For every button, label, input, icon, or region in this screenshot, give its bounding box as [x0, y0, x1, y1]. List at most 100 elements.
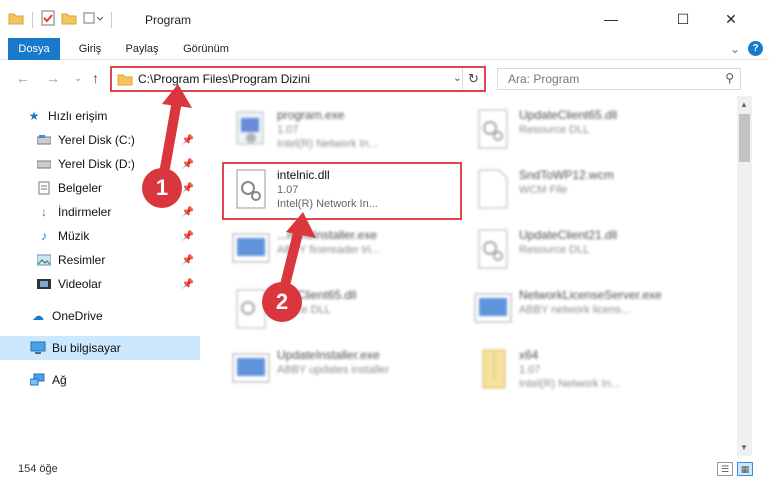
tab-share[interactable]: Paylaş — [118, 38, 166, 60]
sidebar-item-label: İndirmeler — [58, 205, 112, 219]
sidebar-item-onedrive[interactable]: ☁ OneDrive — [30, 304, 200, 328]
expand-ribbon-icon[interactable]: ⌄ — [730, 42, 740, 56]
close-button[interactable]: ✕ — [708, 0, 754, 38]
document-icon — [36, 180, 52, 196]
back-button[interactable]: ← — [16, 70, 30, 86]
tiles-view-icon[interactable]: ▦ — [737, 462, 753, 476]
list-item[interactable]: program.exe 1.07 Intel(R) Network In... — [225, 102, 465, 158]
file-detail: WCM File — [519, 184, 568, 196]
properties-icon[interactable] — [41, 10, 55, 29]
file-name: UpdateClient65.dll — [519, 108, 618, 122]
item-count: 154 öğe — [18, 463, 58, 475]
file-detail: Resource DLL — [519, 124, 590, 136]
computer-icon — [30, 340, 46, 356]
address-dropdown-icon[interactable]: ⌄ — [453, 71, 462, 84]
drive-icon — [36, 156, 52, 172]
folder-icon — [117, 72, 133, 89]
sidebar-item-quick-access[interactable]: ★ Hızlı erişim — [26, 104, 226, 128]
help-icon[interactable]: ? — [748, 41, 763, 56]
file-detail: Intel(R) Network In... — [519, 378, 620, 390]
customize-icon[interactable] — [83, 11, 104, 28]
search-icon[interactable]: ⚲ — [725, 71, 734, 85]
file-detail: ABBY finereader tri... — [277, 244, 381, 256]
pin-icon[interactable]: 📌 — [182, 183, 194, 194]
sidebar-item-music[interactable]: ♪ Müzik 📌 — [36, 224, 200, 248]
vertical-scrollbar[interactable]: ▲ ▼ — [737, 96, 752, 456]
list-item[interactable]: UpdateClient65.dll Resource DLL — [467, 102, 707, 158]
scroll-thumb[interactable] — [739, 114, 750, 162]
pictures-icon — [36, 252, 52, 268]
toolbar-divider — [111, 11, 112, 28]
list-item[interactable]: SndToWP12.wcm WCM File — [467, 162, 707, 218]
dll-icon — [478, 109, 508, 149]
minimize-button[interactable]: — — [588, 0, 634, 38]
scroll-down-icon[interactable]: ▼ — [740, 443, 748, 452]
list-item[interactable]: ...mmsInstaller.exe ABBY finereader tri.… — [225, 222, 465, 278]
file-name: ...mmsInstaller.exe — [277, 228, 378, 242]
quick-access-toolbar — [8, 10, 114, 29]
details-view-icon[interactable]: ☰ — [717, 462, 733, 476]
address-path[interactable]: C:\Program Files\Program Dizini — [138, 72, 310, 86]
sidebar-item-label: Müzik — [58, 229, 90, 243]
window-title: Program — [145, 13, 192, 27]
drive-icon — [36, 132, 52, 148]
app-icon — [232, 353, 270, 383]
sidebar-item-pictures[interactable]: Resimler 📌 — [36, 248, 200, 272]
pin-icon[interactable]: 📌 — [182, 279, 194, 290]
list-item[interactable]: x64 1.07 Intel(R) Network In... — [467, 342, 707, 398]
file-detail: Resource DLL — [519, 244, 590, 256]
scroll-up-icon[interactable]: ▲ — [740, 100, 748, 109]
zip-folder-icon — [482, 349, 506, 389]
pin-icon[interactable]: 📌 — [182, 159, 194, 170]
maximize-button[interactable]: ☐ — [660, 0, 706, 38]
file-name: UpdateClient21.dll — [519, 228, 618, 242]
intelnic-highlight-box — [222, 162, 462, 220]
star-icon: ★ — [28, 109, 40, 123]
sidebar-item-label: OneDrive — [52, 309, 103, 323]
pin-icon[interactable]: 📌 — [182, 207, 194, 218]
dll-icon — [478, 229, 508, 269]
list-item[interactable]: UpdateClient21.dll Resource DLL — [467, 222, 707, 278]
step-marker-2: 2 — [262, 282, 302, 322]
pin-icon[interactable]: 📌 — [182, 135, 194, 146]
up-button[interactable]: ↑ — [92, 70, 99, 86]
search-box[interactable]: Ara: Program ⚲ — [497, 68, 741, 90]
tab-file[interactable]: Dosya — [8, 38, 60, 60]
sidebar-item-downloads[interactable]: ↓ İndirmeler 📌 — [36, 200, 200, 224]
pin-icon[interactable]: 📌 — [182, 231, 194, 242]
sidebar-item-label: Belgeler — [58, 181, 103, 195]
file-name: SndToWP12.wcm — [519, 168, 614, 182]
exe-icon — [236, 111, 264, 145]
file-name: NetworkLicenseServer.exe — [519, 288, 662, 302]
list-item[interactable]: NetworkLicenseServer.exe ABBY network li… — [467, 282, 727, 338]
new-folder-icon[interactable] — [61, 11, 77, 28]
recent-locations-button[interactable]: ⌄ — [74, 73, 82, 84]
app-icon — [474, 293, 512, 323]
file-detail: ABBY updates installer — [277, 364, 390, 376]
network-icon — [30, 372, 46, 388]
sidebar-item-network[interactable]: Ağ — [30, 368, 200, 392]
tab-view[interactable]: Görünüm — [176, 38, 236, 60]
music-icon: ♪ — [41, 229, 47, 243]
list-item[interactable]: ...teClient65.dll ...urce DLL — [225, 282, 465, 338]
file-detail: Intel(R) Network In... — [277, 138, 378, 150]
forward-button[interactable]: → — [46, 70, 60, 86]
sidebar-item-label: Yerel Disk (C:) — [58, 133, 135, 147]
sidebar-item-this-pc[interactable]: Bu bilgisayar — [0, 336, 200, 360]
sidebar-item-videos[interactable]: Videolar 📌 — [36, 272, 200, 296]
pin-icon[interactable]: 📌 — [182, 255, 194, 266]
status-bar: 154 öğe ☰ ▦ — [0, 456, 769, 486]
file-detail: 1.07 — [519, 364, 541, 376]
address-bar[interactable]: C:\Program Files\Program Dizini ⌄ ↻ — [110, 66, 486, 92]
navigation-pane: ★ Hızlı erişim Yerel Disk (C:) 📌 Yerel D… — [0, 96, 205, 456]
list-item[interactable]: UpdateInstaller.exe ABBY updates install… — [225, 342, 465, 398]
sidebar-item-label: Bu bilgisayar — [52, 341, 121, 355]
file-name: UpdateInstaller.exe — [277, 348, 380, 362]
tab-home[interactable]: Giriş — [70, 38, 110, 60]
search-placeholder[interactable]: Ara: Program — [508, 72, 579, 86]
sidebar-item-disk-c[interactable]: Yerel Disk (C:) 📌 — [36, 128, 200, 152]
app-icon — [232, 233, 270, 263]
file-detail: ABBY network licens... — [519, 304, 631, 316]
file-list: program.exe 1.07 Intel(R) Network In... … — [205, 96, 735, 456]
refresh-button[interactable]: ↻ — [462, 68, 484, 90]
